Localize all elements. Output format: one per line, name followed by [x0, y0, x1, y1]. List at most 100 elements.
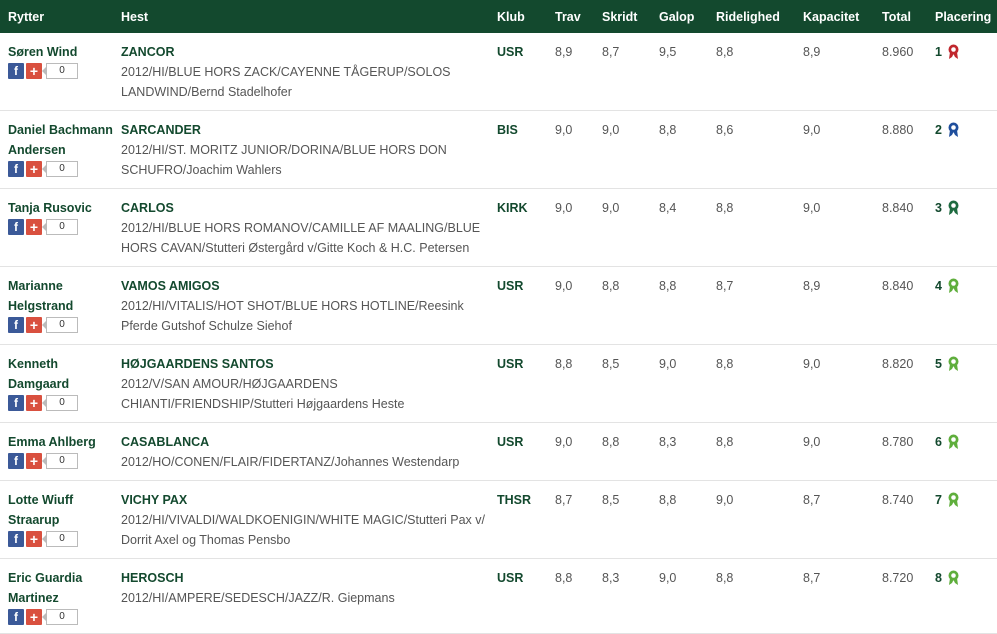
club-code: THSR — [489, 480, 547, 559]
rosette-icon — [948, 356, 959, 371]
facebook-share-icon[interactable]: f — [8, 219, 24, 235]
rider-name[interactable]: Søren Wind — [8, 42, 113, 62]
rider-cell: Tanja Rusovic f + 0 — [0, 188, 113, 267]
score-total: 8.720 — [874, 558, 927, 634]
horse-pedigree: 2012/HI/BLUE HORS ZACK/CAYENNE TÅGERUP/S… — [121, 65, 451, 99]
rider-cell: Daniel Bachmann Andersen f + 0 — [0, 110, 113, 189]
col-club[interactable]: Klub — [489, 0, 547, 33]
horse-name[interactable]: VAMOS AMIGOS — [121, 276, 489, 296]
horse-pedigree: 2012/V/SAN AMOUR/HØJGAARDENS CHIANTI/FRI… — [121, 377, 405, 411]
table-row: Lotte Wiuff Straarup f + 0 VICHY PAX 201… — [0, 480, 997, 559]
share-bar: f + 0 — [8, 609, 113, 625]
score-kapacitet: 9,0 — [795, 110, 874, 189]
facebook-share-icon[interactable]: f — [8, 317, 24, 333]
google-plus-share-icon[interactable]: + — [26, 219, 42, 235]
rider-cell: Eric Guardia Martinez f + 0 — [0, 558, 113, 634]
score-kapacitet: 8,9 — [795, 266, 874, 345]
score-ridelighed: 8,7 — [708, 266, 795, 345]
share-count: 0 — [42, 531, 78, 547]
horse-cell: VAMOS AMIGOS 2012/HI/VITALIS/HOT SHOT/BL… — [113, 266, 489, 345]
share-count: 0 — [42, 317, 78, 333]
placement-number: 2 — [935, 123, 942, 137]
google-plus-share-icon[interactable]: + — [26, 161, 42, 177]
score-kapacitet: 8,7 — [795, 480, 874, 559]
facebook-share-icon[interactable]: f — [8, 453, 24, 469]
facebook-share-icon[interactable]: f — [8, 161, 24, 177]
col-placering[interactable]: Placering — [927, 0, 997, 33]
table-row: Kenneth Damgaard f + 0 HØJGAARDENS SANTO… — [0, 344, 997, 423]
table-row: Søren Wind f + 0 ZANCOR 2012/HI/BLUE HOR… — [0, 33, 997, 111]
score-galop: 9,0 — [651, 344, 708, 423]
score-galop: 8,8 — [651, 480, 708, 559]
score-skridt: 9,0 — [594, 110, 651, 189]
horse-name[interactable]: SARCANDER — [121, 120, 489, 140]
score-ridelighed: 8,8 — [708, 558, 795, 634]
score-galop: 8,8 — [651, 266, 708, 345]
table-row: Daniel Bachmann Andersen f + 0 SARCANDER… — [0, 110, 997, 189]
google-plus-share-icon[interactable]: + — [26, 395, 42, 411]
facebook-share-icon[interactable]: f — [8, 63, 24, 79]
score-ridelighed: 8,8 — [708, 344, 795, 423]
facebook-share-icon[interactable]: f — [8, 395, 24, 411]
rosette-icon — [948, 570, 959, 585]
facebook-share-icon[interactable]: f — [8, 609, 24, 625]
google-plus-share-icon[interactable]: + — [26, 531, 42, 547]
club-code: USR — [489, 558, 547, 634]
rider-name[interactable]: Kenneth Damgaard — [8, 354, 113, 394]
placement-number: 3 — [935, 201, 942, 215]
col-skridt[interactable]: Skridt — [594, 0, 651, 33]
horse-name[interactable]: CARLOS — [121, 198, 489, 218]
rider-name[interactable]: Daniel Bachmann Andersen — [8, 120, 113, 160]
share-bar: f + 0 — [8, 317, 113, 333]
score-skridt: 8,5 — [594, 344, 651, 423]
horse-name[interactable]: HØJGAARDENS SANTOS — [121, 354, 489, 374]
rider-name[interactable]: Tanja Rusovic — [8, 198, 113, 218]
horse-name[interactable]: ZANCOR — [121, 42, 489, 62]
share-bar: f + 0 — [8, 161, 113, 177]
rosette-icon — [948, 434, 959, 449]
share-count: 0 — [42, 395, 78, 411]
rider-name[interactable]: Eric Guardia Martinez — [8, 568, 113, 608]
share-count: 0 — [42, 609, 78, 625]
club-code: USR — [489, 422, 547, 481]
placement-cell: 3 — [927, 188, 997, 267]
col-galop[interactable]: Galop — [651, 0, 708, 33]
placement-cell: 5 — [927, 344, 997, 423]
col-ridelighed[interactable]: Ridelighed — [708, 0, 795, 33]
rider-name[interactable]: Marianne Helgstrand — [8, 276, 113, 316]
horse-cell: HØJGAARDENS SANTOS 2012/V/SAN AMOUR/HØJG… — [113, 344, 489, 423]
col-kapacitet[interactable]: Kapacitet — [795, 0, 874, 33]
score-total: 8.840 — [874, 188, 927, 267]
rider-cell: Emma Ahlberg f + 0 — [0, 422, 113, 481]
google-plus-share-icon[interactable]: + — [26, 609, 42, 625]
score-galop: 8,3 — [651, 422, 708, 481]
rosette-icon — [948, 44, 959, 59]
placement-cell: 6 — [927, 422, 997, 481]
horse-pedigree: 2012/HI/VIVALDI/WALDKOENIGIN/WHITE MAGIC… — [121, 513, 485, 547]
horse-name[interactable]: HEROSCH — [121, 568, 489, 588]
rider-name[interactable]: Emma Ahlberg — [8, 432, 113, 452]
google-plus-share-icon[interactable]: + — [26, 63, 42, 79]
horse-cell: ZANCOR 2012/HI/BLUE HORS ZACK/CAYENNE TÅ… — [113, 33, 489, 111]
col-horse[interactable]: Hest — [113, 0, 489, 33]
horse-pedigree: 2012/HI/VITALIS/HOT SHOT/BLUE HORS HOTLI… — [121, 299, 464, 333]
share-count: 0 — [42, 453, 78, 469]
horse-name[interactable]: CASABLANCA — [121, 432, 489, 452]
horse-cell: SARCANDER 2012/HI/ST. MORITZ JUNIOR/DORI… — [113, 110, 489, 189]
col-trav[interactable]: Trav — [547, 0, 594, 33]
score-trav: 8,8 — [547, 558, 594, 634]
horse-cell: CARLOS 2012/HI/BLUE HORS ROMANOV/CAMILLE… — [113, 188, 489, 267]
placement-cell: 8 — [927, 558, 997, 634]
col-total[interactable]: Total — [874, 0, 927, 33]
rider-name[interactable]: Lotte Wiuff Straarup — [8, 490, 113, 530]
horse-name[interactable]: VICHY PAX — [121, 490, 489, 510]
score-skridt: 8,3 — [594, 558, 651, 634]
horse-cell: VICHY PAX 2012/HI/VIVALDI/WALDKOENIGIN/W… — [113, 480, 489, 559]
facebook-share-icon[interactable]: f — [8, 531, 24, 547]
google-plus-share-icon[interactable]: + — [26, 317, 42, 333]
share-bar: f + 0 — [8, 395, 113, 411]
google-plus-share-icon[interactable]: + — [26, 453, 42, 469]
score-galop: 9,5 — [651, 33, 708, 111]
club-code: USR — [489, 33, 547, 111]
col-rider[interactable]: Rytter — [0, 0, 113, 33]
